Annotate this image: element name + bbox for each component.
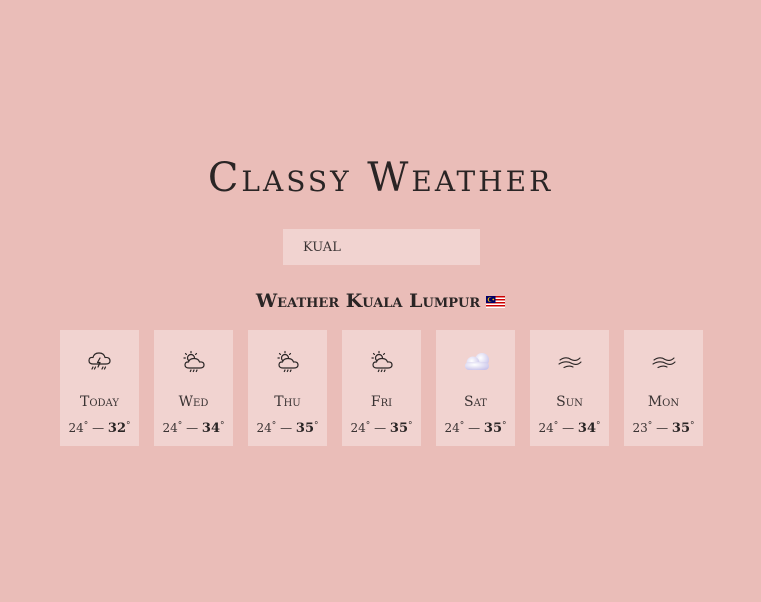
temp-separator: — — [468, 421, 481, 435]
wind-icon — [530, 348, 609, 376]
temp-max: 35 — [389, 421, 409, 436]
temp-min-unit: ° — [365, 421, 371, 431]
sun-cloud-rain-icon — [248, 348, 327, 376]
day-name: Mon — [647, 394, 680, 410]
temp-max: 35 — [483, 421, 503, 436]
location-search-input[interactable] — [283, 229, 480, 265]
temp-max: 35 — [671, 421, 691, 436]
location-heading-text: Weather Kuala Lumpur — [255, 290, 481, 312]
temp-separator: — — [656, 421, 669, 435]
temp-max-unit: ° — [314, 421, 319, 431]
temp-min: 24 — [68, 421, 84, 435]
temp-min: 23 — [632, 421, 648, 435]
day-temperature-range: 23° — 35° — [624, 418, 703, 437]
temp-separator: — — [280, 421, 293, 435]
temp-max: 35 — [295, 421, 315, 436]
temp-min-unit: ° — [553, 421, 559, 431]
temp-max-unit: ° — [690, 421, 695, 431]
day-temperature-range: 24° — 34° — [154, 418, 233, 437]
day-name: Sat — [464, 394, 487, 410]
temp-separator: — — [562, 421, 575, 435]
cloud-icon — [436, 348, 515, 376]
temp-max-unit: ° — [408, 421, 413, 431]
day-temperature-range: 24° — 35° — [248, 418, 327, 437]
malaysia-flag-icon — [486, 296, 506, 308]
forecast-day-card: Wed 24° — 34° — [154, 330, 233, 446]
forecast-day-card: Fri 24° — 35° — [342, 330, 421, 446]
day-name: Today — [80, 394, 119, 410]
temp-min-unit: ° — [83, 421, 89, 431]
day-temperature-range: 24° — 32° — [60, 418, 139, 437]
day-temperature-range: 24° — 34° — [530, 418, 609, 437]
thunderstorm-icon — [60, 348, 139, 376]
day-name: Thu — [274, 394, 301, 410]
app-title: Classy Weather — [207, 155, 554, 201]
temp-min: 24 — [444, 421, 460, 435]
temp-separator: — — [92, 421, 105, 435]
forecast-list: Today 24° — 32° Wed 24° — 34° Thu 24° — 35° Fr… — [60, 330, 703, 446]
forecast-day-card: Thu 24° — 35° — [248, 330, 327, 446]
temp-max: 34 — [201, 421, 221, 436]
temp-max: 34 — [577, 421, 597, 436]
temp-max-unit: ° — [502, 421, 507, 431]
temp-separator: — — [186, 421, 199, 435]
day-temperature-range: 24° — 35° — [436, 418, 515, 437]
day-name: Sun — [556, 394, 583, 410]
temp-min: 24 — [350, 421, 366, 435]
temp-min-unit: ° — [647, 421, 653, 431]
location-heading: Weather Kuala Lumpur — [0, 288, 761, 314]
sun-cloud-rain-icon — [342, 348, 421, 376]
temp-min-unit: ° — [177, 421, 183, 431]
forecast-day-card: Sun 24° — 34° — [530, 330, 609, 446]
day-name: Fri — [370, 394, 393, 410]
temp-max-unit: ° — [126, 421, 131, 431]
forecast-day-card: Sat 24° — 35° — [436, 330, 515, 446]
temp-min-unit: ° — [459, 421, 465, 431]
temp-max-unit: ° — [596, 421, 601, 431]
day-name: Wed — [178, 394, 209, 410]
day-temperature-range: 24° — 35° — [342, 418, 421, 437]
forecast-day-card: Today 24° — 32° — [60, 330, 139, 446]
forecast-day-card: Mon 23° — 35° — [624, 330, 703, 446]
sun-cloud-rain-icon — [154, 348, 233, 376]
temp-min: 24 — [538, 421, 554, 435]
temp-max-unit: ° — [220, 421, 225, 431]
temp-min: 24 — [162, 421, 178, 435]
temp-separator: — — [374, 421, 387, 435]
temp-min: 24 — [256, 421, 272, 435]
temp-max: 32 — [107, 421, 127, 436]
wind-icon — [624, 348, 703, 376]
temp-min-unit: ° — [271, 421, 277, 431]
